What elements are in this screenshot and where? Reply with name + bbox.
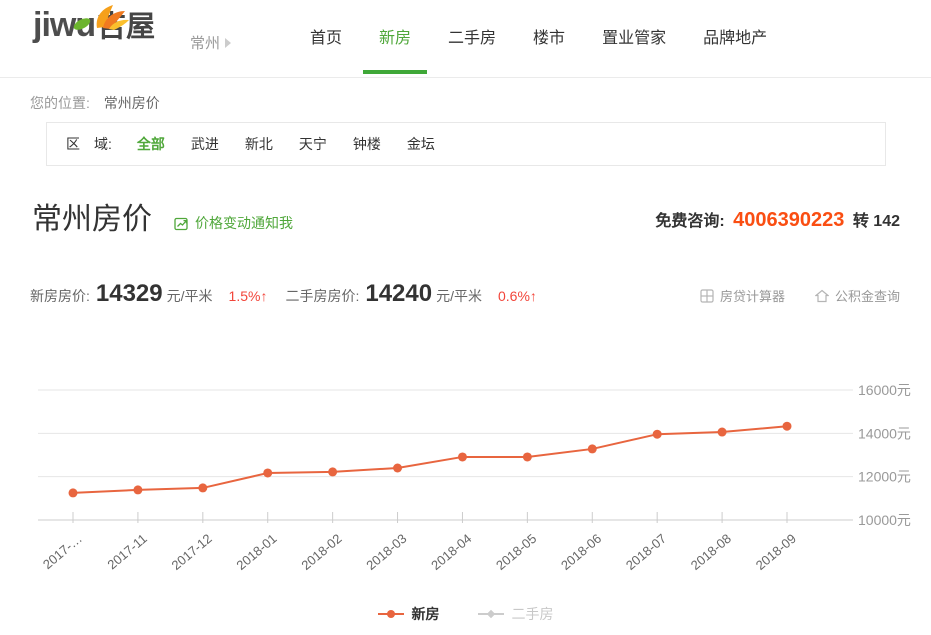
mortgage-calculator-link[interactable]: 房贷计算器 bbox=[700, 286, 785, 305]
breadcrumb: 您的位置: 常州房价 bbox=[30, 93, 160, 113]
filter-option-tianning[interactable]: 天宁 bbox=[299, 134, 327, 154]
filter-options: 全部 武进 新北 天宁 钟楼 金坛 bbox=[137, 134, 435, 154]
x-axis-label: 2018-04 bbox=[428, 531, 474, 573]
filter-option-zhonglou[interactable]: 钟楼 bbox=[353, 134, 381, 154]
filter-option-wujin[interactable]: 武进 bbox=[191, 134, 219, 154]
stats-row: 新房房价: 14329 元/平米 1.5%↑ 二手房房价: 14240 元/平米… bbox=[30, 280, 900, 314]
x-axis-label: 2018-06 bbox=[558, 531, 604, 573]
district-filter: 区 域: 全部 武进 新北 天宁 钟楼 金坛 bbox=[46, 122, 886, 166]
chevron-right-icon bbox=[225, 38, 231, 48]
nav-item-market[interactable]: 楼市 bbox=[533, 0, 565, 78]
x-axis-label: 2018-01 bbox=[233, 531, 279, 573]
x-axis-label: 2017-11 bbox=[104, 531, 149, 573]
y-axis-label: 10000元 bbox=[858, 512, 911, 528]
breadcrumb-prefix: 您的位置: bbox=[30, 95, 90, 111]
consult-block: 免费咨询: 4006390223 转 142 bbox=[655, 207, 900, 232]
resale-price-unit: 元/平米 bbox=[436, 286, 482, 306]
consult-ext: 转 142 bbox=[853, 213, 900, 230]
diamond-marker-icon bbox=[478, 609, 504, 619]
filter-option-all[interactable]: 全部 bbox=[137, 134, 165, 154]
data-point[interactable] bbox=[588, 444, 597, 453]
data-point[interactable] bbox=[653, 430, 662, 439]
data-point[interactable] bbox=[133, 485, 142, 494]
x-axis-label: 2018-07 bbox=[623, 531, 669, 573]
breadcrumb-current[interactable]: 常州房价 bbox=[104, 95, 160, 111]
x-axis-label: 2018-03 bbox=[363, 531, 409, 573]
nav-item-resale[interactable]: 二手房 bbox=[448, 0, 496, 78]
consult-phone[interactable]: 4006390223 bbox=[733, 209, 844, 231]
new-house-price-change: 1.5%↑ bbox=[229, 288, 268, 304]
y-axis-label: 16000元 bbox=[858, 382, 911, 398]
legend-item-new-house[interactable]: 新房 bbox=[378, 604, 440, 624]
resale-price-change: 0.6%↑ bbox=[498, 288, 537, 304]
price-chart: 10000元 12000元 14000元 16000元 2017-… 2017-11 201… bbox=[0, 360, 931, 600]
page: jiwu 吉屋 常州 首页 新房 二手房 楼市 置业管家 品牌地产 您的位置: … bbox=[0, 0, 931, 635]
data-point[interactable] bbox=[263, 468, 272, 477]
data-point[interactable] bbox=[393, 464, 402, 473]
city-selector[interactable]: 常州 bbox=[190, 32, 231, 53]
y-axis-label: 12000元 bbox=[858, 469, 911, 485]
price-notify-link[interactable]: 价格变动通知我 bbox=[174, 213, 293, 233]
x-axis-label: 2018-09 bbox=[753, 531, 799, 573]
tool-links: 房贷计算器 公积金查询 bbox=[700, 286, 900, 305]
page-title: 常州房价 bbox=[32, 202, 152, 238]
nav-item-brand[interactable]: 品牌地产 bbox=[703, 0, 767, 78]
series-line bbox=[73, 426, 787, 493]
jiwu-logo[interactable]: jiwu 吉屋 bbox=[33, 8, 155, 42]
nav-item-home[interactable]: 首页 bbox=[310, 0, 342, 78]
nav-item-agent[interactable]: 置业管家 bbox=[602, 0, 666, 78]
house-icon bbox=[815, 289, 829, 303]
calculator-icon bbox=[700, 289, 714, 303]
data-point[interactable] bbox=[783, 422, 792, 431]
x-axis-label: 2018-05 bbox=[493, 531, 539, 573]
main-nav: 首页 新房 二手房 楼市 置业管家 品牌地产 bbox=[310, 0, 767, 78]
title-row: 常州房价 价格变动通知我 免费咨询: 4006390223 转 142 bbox=[32, 202, 900, 238]
legend-label: 新房 bbox=[412, 604, 440, 624]
legend-item-resale[interactable]: 二手房 bbox=[478, 604, 554, 624]
circle-marker-icon bbox=[378, 609, 404, 619]
data-point[interactable] bbox=[458, 452, 467, 461]
city-name: 常州 bbox=[190, 32, 220, 53]
filter-option-xinbei[interactable]: 新北 bbox=[245, 134, 273, 154]
y-axis-label: 14000元 bbox=[858, 425, 911, 441]
notify-link-label: 价格变动通知我 bbox=[195, 213, 293, 233]
data-point[interactable] bbox=[718, 428, 727, 437]
x-axis-label: 2018-02 bbox=[298, 531, 344, 573]
filter-label: 区 域: bbox=[66, 134, 112, 154]
legend-label: 二手房 bbox=[512, 604, 554, 624]
data-point[interactable] bbox=[198, 483, 207, 492]
chart-legend: 新房 二手房 bbox=[0, 604, 931, 624]
data-point[interactable] bbox=[328, 467, 337, 476]
data-point[interactable] bbox=[523, 452, 532, 461]
new-house-price-label: 新房房价: bbox=[30, 286, 90, 306]
trend-notify-icon bbox=[174, 216, 189, 231]
top-header: jiwu 吉屋 常州 首页 新房 二手房 楼市 置业管家 品牌地产 bbox=[0, 0, 931, 78]
filter-option-jintan[interactable]: 金坛 bbox=[407, 134, 435, 154]
resale-price-value: 14240 bbox=[365, 280, 432, 308]
consult-label: 免费咨询: bbox=[655, 213, 724, 230]
provident-fund-label: 公积金查询 bbox=[835, 286, 900, 305]
bird-logo-icon bbox=[69, 2, 133, 36]
provident-fund-link[interactable]: 公积金查询 bbox=[815, 286, 900, 305]
new-house-price-value: 14329 bbox=[96, 280, 163, 308]
x-axis-label: 2017-12 bbox=[169, 531, 215, 573]
resale-price-label: 二手房房价: bbox=[285, 286, 359, 306]
nav-item-new-house[interactable]: 新房 bbox=[379, 0, 411, 78]
x-axis-label: 2017-… bbox=[40, 531, 85, 572]
data-point[interactable] bbox=[69, 488, 78, 497]
new-house-price-unit: 元/平米 bbox=[167, 286, 213, 306]
mortgage-calculator-label: 房贷计算器 bbox=[720, 286, 785, 305]
x-axis-label: 2018-08 bbox=[688, 531, 734, 573]
